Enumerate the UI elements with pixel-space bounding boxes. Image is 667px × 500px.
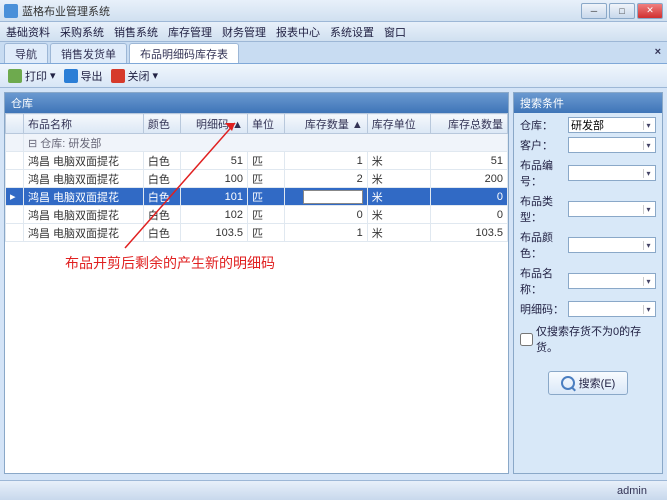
warehouse-header: 仓库: [5, 93, 508, 113]
annotation-text: 布品开剪后剩余的产生新的明细码: [65, 253, 275, 273]
status-bar: admin: [0, 480, 667, 500]
search-field-color: 布品颜色：▾: [520, 229, 656, 261]
menu-item[interactable]: 采购系统: [60, 24, 104, 40]
table-row[interactable]: ▸鸿昌 电脑双面提花白色101匹米0: [6, 188, 508, 206]
search-field-warehouse: 仓库：研发部▾: [520, 117, 656, 133]
search-field-code: 布品编号：▾: [520, 157, 656, 189]
tab-bar: 导航销售发货单布品明细码库存表 ×: [0, 42, 667, 64]
menu-item[interactable]: 基础资料: [6, 24, 50, 40]
print-button[interactable]: 打印 ▾: [8, 68, 56, 84]
menu-item[interactable]: 销售系统: [114, 24, 158, 40]
color-input[interactable]: ▾: [568, 237, 656, 253]
only-nonzero-checkbox[interactable]: 仅搜索存货不为0的存货。: [520, 323, 656, 355]
app-title: 蓝格布业管理系统: [22, 3, 581, 19]
tab[interactable]: 导航: [4, 43, 48, 63]
tab-close-icon[interactable]: ×: [655, 46, 661, 58]
menu-item[interactable]: 财务管理: [222, 24, 266, 40]
minimize-button[interactable]: ─: [581, 3, 607, 19]
search-icon: [561, 376, 575, 390]
data-grid[interactable]: 布品名称 颜色 明细码 ▲ 单位 库存数量 ▲ 库存单位 库存总数量 ⊟ 仓库:…: [5, 113, 508, 473]
dropdown-icon[interactable]: ▾: [643, 169, 653, 178]
table-row[interactable]: 鸿昌 电脑双面提花白色51匹1米51: [6, 152, 508, 170]
code-input[interactable]: ▾: [568, 165, 656, 181]
search-panel: 搜索条件 仓库：研发部▾ 客户：▾ 布品编号：▾ 布品类型：▾ 布品颜色：▾ 布品名称：▾…: [513, 92, 663, 474]
dropdown-icon[interactable]: ▾: [643, 277, 653, 286]
app-icon: [4, 4, 18, 18]
search-field-detail: 明细码：▾: [520, 301, 656, 317]
tab[interactable]: 布品明细码库存表: [129, 43, 239, 63]
close-tab-button[interactable]: 关闭 ▾: [111, 68, 159, 84]
tab[interactable]: 销售发货单: [50, 43, 127, 63]
search-button[interactable]: 搜索(E): [548, 371, 628, 395]
menu-item[interactable]: 系统设置: [330, 24, 374, 40]
menu-bar: 基础资料采购系统销售系统库存管理财务管理报表中心系统设置窗口: [0, 22, 667, 42]
menu-item[interactable]: 窗口: [384, 24, 406, 40]
search-field-customer: 客户：▾: [520, 137, 656, 153]
menu-item[interactable]: 库存管理: [168, 24, 212, 40]
customer-input[interactable]: ▾: [568, 137, 656, 153]
type-input[interactable]: ▾: [568, 201, 656, 217]
dropdown-icon[interactable]: ▾: [643, 305, 653, 314]
dropdown-icon[interactable]: ▾: [643, 205, 653, 214]
export-button[interactable]: 导出: [64, 68, 103, 84]
close-button[interactable]: ✕: [637, 3, 663, 19]
table-row[interactable]: 鸿昌 电脑双面提花白色102匹0米0: [6, 206, 508, 224]
dropdown-icon[interactable]: ▾: [643, 141, 653, 150]
title-bar: 蓝格布业管理系统 ─ □ ✕: [0, 0, 667, 22]
group-row[interactable]: ⊟ 仓库: 研发部: [6, 134, 508, 152]
detail-input[interactable]: ▾: [568, 301, 656, 317]
qty-input[interactable]: [303, 190, 363, 204]
search-field-type: 布品类型：▾: [520, 193, 656, 225]
menu-item[interactable]: 报表中心: [276, 24, 320, 40]
toolbar: 打印 ▾ 导出 关闭 ▾: [0, 64, 667, 88]
search-field-name: 布品名称：▾: [520, 265, 656, 297]
print-icon: [8, 69, 22, 83]
column-headers[interactable]: 布品名称 颜色 明细码 ▲ 单位 库存数量 ▲ 库存单位 库存总数量: [6, 114, 508, 134]
dropdown-icon[interactable]: ▾: [643, 241, 653, 250]
dropdown-icon[interactable]: ▾: [643, 121, 653, 130]
search-panel-title: 搜索条件: [514, 93, 662, 113]
table-row[interactable]: 鸿昌 电脑双面提花白色103.5匹1米103.5: [6, 224, 508, 242]
warehouse-input[interactable]: 研发部▾: [568, 117, 656, 133]
maximize-button[interactable]: □: [609, 3, 635, 19]
name-input[interactable]: ▾: [568, 273, 656, 289]
export-icon: [64, 69, 78, 83]
close-icon: [111, 69, 125, 83]
grid-panel: 仓库 布品名称 颜色 明细码 ▲ 单位 库存数量 ▲ 库存单位 库存总数量 ⊟ …: [4, 92, 509, 474]
window-controls: ─ □ ✕: [581, 3, 663, 19]
table-row[interactable]: 鸿昌 电脑双面提花白色100匹2米200: [6, 170, 508, 188]
status-user: admin: [617, 485, 647, 497]
